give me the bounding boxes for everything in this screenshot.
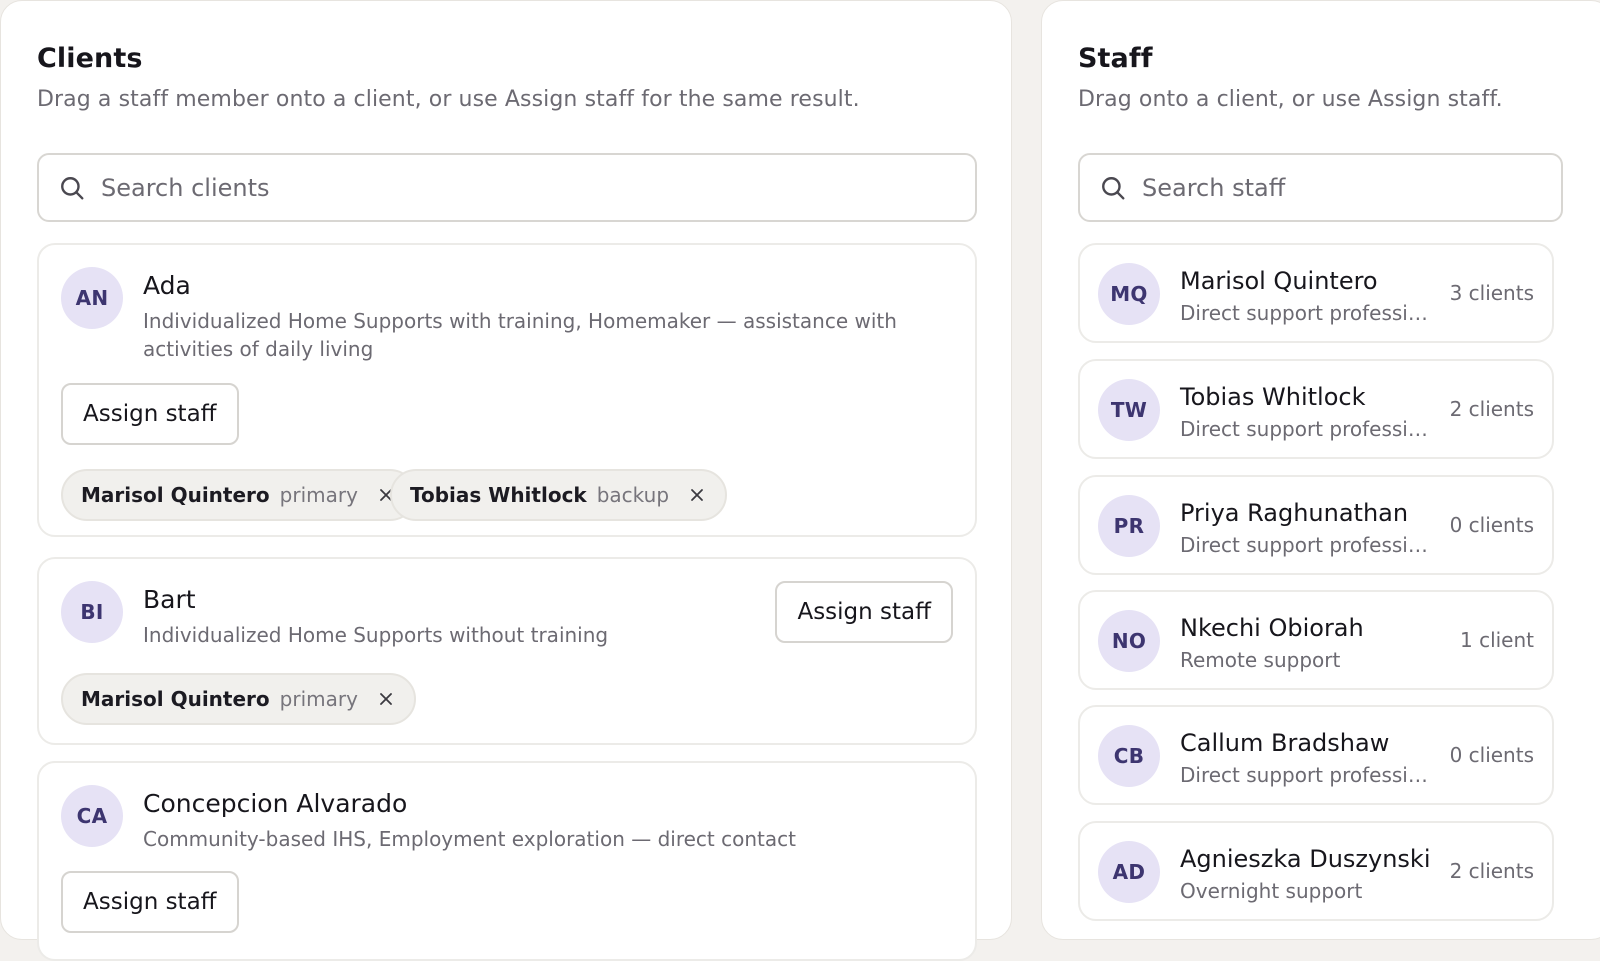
staff-card[interactable]: TW Tobias Whitlock Direct support profes…	[1078, 359, 1554, 459]
client-count: 2 clients	[1449, 397, 1534, 421]
client-count: 2 clients	[1449, 859, 1534, 883]
client-description: Individualized Home Supports with traini…	[143, 309, 897, 361]
staff-subtitle: Drag onto a client, or use Assign staff.	[1078, 87, 1503, 112]
staff-role: Direct support profession...	[1180, 533, 1440, 557]
client-description: Community-based IHS, Employment explorat…	[143, 827, 796, 851]
assign-staff-button[interactable]: Assign staff	[61, 871, 239, 933]
staff-name: Callum Bradshaw	[1180, 729, 1390, 757]
chip-role: primary	[279, 483, 358, 507]
client-count: 1 client	[1459, 628, 1534, 652]
assignment-chip[interactable]: Marisol Quintero primary	[61, 469, 416, 521]
staff-title: Staff	[1078, 43, 1153, 74]
staff-name: Tobias Whitlock	[1180, 383, 1366, 411]
avatar: AD	[1098, 841, 1160, 903]
close-icon[interactable]	[372, 685, 400, 713]
client-card-bart[interactable]: BI Bart Individualized Home Supports wit…	[37, 557, 977, 745]
avatar: PR	[1098, 495, 1160, 557]
chip-staff-name: Marisol Quintero	[81, 687, 270, 711]
avatar: NO	[1098, 610, 1160, 672]
avatar: MQ	[1098, 263, 1160, 325]
staff-search-box[interactable]	[1078, 153, 1563, 222]
assignment-chip[interactable]: Marisol Quintero primary	[61, 673, 416, 725]
assign-staff-button[interactable]: Assign staff	[61, 383, 239, 445]
client-card-ada[interactable]: AN Ada Individualized Home Supports with…	[37, 243, 977, 537]
chip-staff-name: Tobias Whitlock	[410, 483, 587, 507]
staff-name: Marisol Quintero	[1180, 267, 1378, 295]
client-name: Concepcion Alvarado	[143, 789, 408, 818]
client-card-concepcion-alvarado[interactable]: CA Concepcion Alvarado Community-based I…	[37, 761, 977, 961]
avatar: BI	[61, 581, 123, 643]
chip-role: backup	[596, 483, 670, 507]
avatar: TW	[1098, 379, 1160, 441]
assign-staff-button[interactable]: Assign staff	[775, 581, 953, 643]
clients-panel: Clients Drag a staff member onto a clien…	[0, 0, 1012, 961]
staff-role: Remote support	[1180, 648, 1341, 672]
staff-role: Overnight support	[1180, 879, 1363, 903]
avatar: CA	[61, 785, 123, 847]
staff-card[interactable]: CB Callum Bradshaw Direct support profes…	[1078, 705, 1554, 805]
client-search-input[interactable]	[101, 155, 888, 220]
client-name: Ada	[143, 271, 191, 300]
client-search-box[interactable]	[37, 153, 977, 222]
avatar: CB	[1098, 725, 1160, 787]
staff-search-input[interactable]	[1142, 155, 1547, 220]
staff-card[interactable]: MQ Marisol Quintero Direct support profe…	[1078, 243, 1554, 343]
staff-role: Direct support profession...	[1180, 301, 1440, 325]
staff-role: Direct support profession...	[1180, 763, 1440, 787]
chip-role: primary	[279, 687, 358, 711]
client-count: 0 clients	[1449, 513, 1534, 537]
client-count: 0 clients	[1449, 743, 1534, 767]
client-description: Individualized Home Supports without tra…	[143, 623, 609, 647]
staff-name: Agnieszka Duszynski	[1180, 845, 1431, 873]
staff-card[interactable]: PR Priya Raghunathan Direct support prof…	[1078, 475, 1554, 575]
search-icon	[1102, 177, 1125, 200]
search-icon	[61, 177, 84, 200]
chip-staff-name: Marisol Quintero	[81, 483, 270, 507]
avatar: AN	[61, 267, 123, 329]
close-icon[interactable]	[683, 481, 711, 509]
staff-card[interactable]: AD Agnieszka Duszynski Overnight support…	[1078, 821, 1554, 921]
clients-title: Clients	[37, 43, 143, 74]
staff-card[interactable]: NO Nkechi Obiorah Remote support 1 clien…	[1078, 590, 1554, 690]
staff-name: Nkechi Obiorah	[1180, 614, 1364, 642]
staff-panel: Staff Drag onto a client, or use Assign …	[1041, 0, 1600, 940]
staff-role: Direct support profession...	[1180, 417, 1440, 441]
staff-name: Priya Raghunathan	[1180, 499, 1409, 527]
clients-subtitle: Drag a staff member onto a client, or us…	[37, 87, 860, 112]
assignment-chip[interactable]: Tobias Whitlock backup	[390, 469, 728, 521]
client-count: 3 clients	[1449, 281, 1534, 305]
client-name: Bart	[143, 585, 196, 614]
